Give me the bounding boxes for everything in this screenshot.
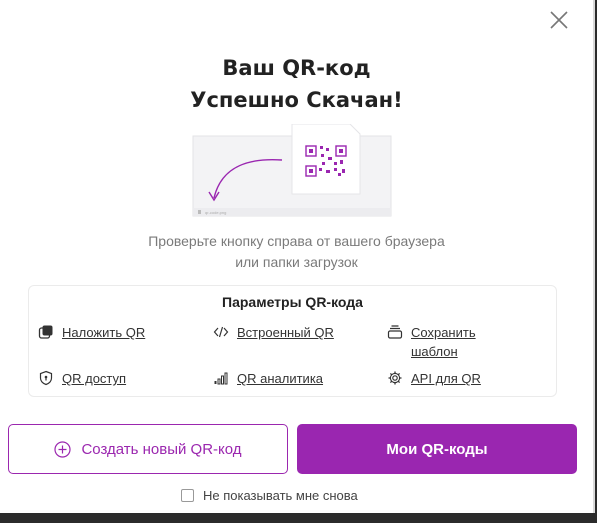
qr-access-label: QR доступ bbox=[62, 371, 127, 386]
download-illustration: qr-code.png bbox=[192, 124, 392, 217]
my-qr-codes-label: Мои QR-коды bbox=[386, 440, 488, 458]
illustration-caption: qr-code.png bbox=[205, 210, 226, 215]
overlay-qr-link[interactable]: Наложить QR bbox=[38, 323, 145, 342]
qr-analytics-label: QR аналитика bbox=[237, 371, 324, 386]
code-icon bbox=[213, 326, 229, 338]
overlay-icon bbox=[38, 325, 53, 339]
close-icon[interactable] bbox=[549, 10, 569, 30]
qr-access-link[interactable]: QR доступ bbox=[38, 369, 126, 388]
embedded-qr-link[interactable]: Встроенный QR bbox=[213, 323, 334, 342]
dont-show-label: Не показывать мне снова bbox=[203, 488, 358, 503]
params-title: Параметры QR-кода bbox=[222, 294, 363, 310]
create-new-qr-button[interactable]: Создать новый QR-код bbox=[8, 424, 288, 474]
save-template-link[interactable]: Сохранить шаблон bbox=[387, 323, 476, 361]
dont-show-again-option[interactable]: Не показывать мне снова bbox=[181, 488, 358, 503]
qr-api-link[interactable]: API для QR bbox=[387, 369, 481, 388]
template-icon bbox=[387, 325, 403, 339]
plus-circle-icon bbox=[54, 440, 72, 458]
download-success-modal: Ваш QR-код Успешно Скачан! qr-code.png П… bbox=[0, 0, 595, 513]
shield-icon bbox=[39, 370, 53, 386]
dont-show-checkbox[interactable] bbox=[181, 489, 194, 502]
save-template-label: Сохранить шаблон bbox=[411, 323, 476, 361]
save-template-line-1: Сохранить bbox=[411, 325, 476, 340]
download-instructions: Проверьте кнопку справа от вашего браузе… bbox=[0, 231, 593, 273]
qr-analytics-link[interactable]: QR аналитика bbox=[213, 369, 323, 388]
save-template-line-2: шаблон bbox=[411, 344, 458, 359]
bar-chart-icon bbox=[214, 372, 228, 385]
create-new-qr-label: Создать новый QR-код bbox=[81, 440, 242, 458]
title-line-1: Ваш QR-код bbox=[222, 56, 371, 80]
info-line-2: или папки загрузок bbox=[235, 254, 358, 270]
embedded-qr-label: Встроенный QR bbox=[237, 325, 334, 340]
my-qr-codes-button[interactable]: Мои QR-коды bbox=[297, 424, 577, 474]
title-line-2: Успешно Скачан! bbox=[190, 88, 403, 112]
modal-title: Ваш QR-код Успешно Скачан! bbox=[0, 52, 593, 116]
qr-api-label: API для QR bbox=[411, 371, 481, 386]
qr-params-panel: Параметры QR-кода Наложить QR Встроенный… bbox=[28, 285, 557, 397]
gear-icon bbox=[388, 371, 402, 385]
overlay-qr-label: Наложить QR bbox=[62, 325, 146, 340]
info-line-1: Проверьте кнопку справа от вашего браузе… bbox=[148, 233, 445, 249]
